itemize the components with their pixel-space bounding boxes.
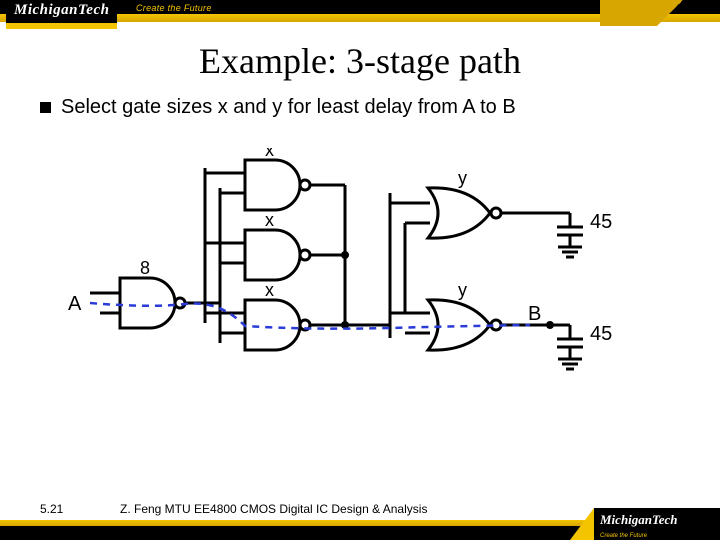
load-0: 45 (590, 211, 612, 233)
stage1-size-2: x (265, 280, 274, 300)
brand-logo: MichiganTech (6, 0, 117, 32)
page-number: 5.21 (40, 502, 63, 516)
slide-title: Example: 3-stage path (0, 40, 720, 82)
stage1-size-0: x (265, 148, 274, 160)
bullet-text: Select gate sizes x and y for least dela… (61, 96, 516, 119)
circuit-diagram: 8 A x x x y y 45 45 B (60, 148, 670, 428)
bottom-banner: MichiganTech Create the Future (0, 518, 720, 540)
stage2-size-1: y (458, 280, 467, 300)
load-1: 45 (590, 323, 612, 345)
input-node-label: A (68, 293, 82, 315)
output-node-label: B (528, 303, 541, 325)
input-cap-label: 8 (140, 258, 150, 278)
footer-logo: MichiganTech Create the Future (594, 508, 720, 540)
stage1-size-1: x (265, 210, 274, 230)
stage2-size-0: y (458, 168, 467, 188)
bullet-item: Select gate sizes x and y for least dela… (40, 96, 516, 119)
bullet-square-icon (40, 102, 51, 113)
footer-credit: Z. Feng MTU EE4800 CMOS Digital IC Desig… (120, 502, 427, 516)
brand-tagline: Create the Future (136, 0, 212, 16)
